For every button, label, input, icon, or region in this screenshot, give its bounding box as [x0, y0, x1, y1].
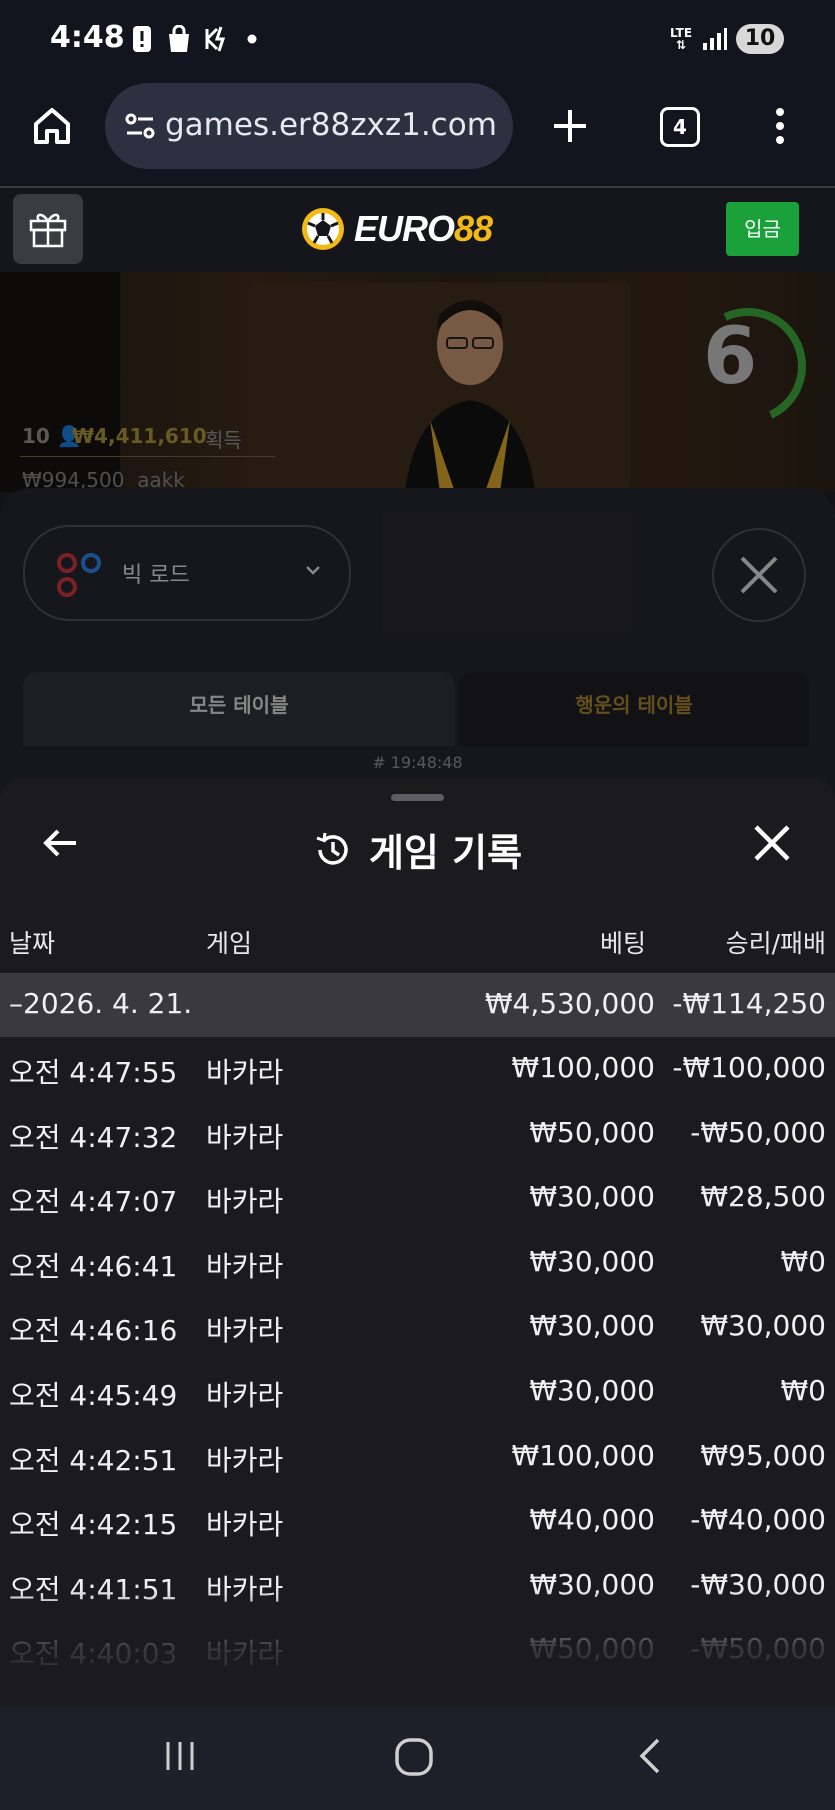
- row-result: ₩0: [780, 1374, 827, 1407]
- home-icon[interactable]: [30, 104, 74, 148]
- dot-icon: [246, 24, 258, 54]
- row-time: 오전 4:42:15: [9, 1508, 178, 1542]
- history-row[interactable]: 오전 4:45:49 바카라 ₩30,000 ₩0: [0, 1360, 835, 1424]
- status-bar: 4:48 LTE ⇅ 10: [0, 0, 835, 78]
- row-bet: ₩50,000: [529, 1115, 655, 1149]
- row-time: 오전 4:47:07: [9, 1185, 178, 1219]
- brand-primary: EURO: [354, 208, 455, 249]
- row-bet: ₩30,000: [529, 1309, 655, 1343]
- date-group-result: -₩114,250: [672, 987, 826, 1020]
- date-group-row[interactable]: –2026. 4. 21. ₩4,530,000 -₩114,250: [0, 973, 835, 1037]
- alert-icon: [130, 24, 154, 54]
- history-row[interactable]: 오전 4:46:16 바카라 ₩30,000 ₩30,000: [0, 1295, 835, 1359]
- row-result: -₩100,000: [672, 1051, 826, 1084]
- row-game: 바카라: [206, 1185, 284, 1219]
- row-time: 오전 4:45:49: [9, 1379, 178, 1412]
- row-game: 바카라: [206, 1120, 284, 1154]
- gift-button[interactable]: [13, 194, 83, 264]
- scroll-fade: [0, 1588, 835, 1706]
- row-result: ₩28,500: [700, 1180, 826, 1214]
- history-title-text: 게임 기록: [368, 831, 523, 875]
- system-nav-bar: [0, 1706, 835, 1810]
- row-bet: ₩30,000: [529, 1180, 655, 1214]
- drag-handle[interactable]: [391, 794, 444, 801]
- row-time: 오전 4:46:16: [9, 1314, 178, 1348]
- row-time: 오전 4:42:51: [9, 1443, 178, 1477]
- history-row[interactable]: 오전 4:42:15 바카라 ₩40,000 -₩40,000: [0, 1489, 835, 1553]
- history-title: 게임 기록: [0, 822, 835, 877]
- home-button-icon[interactable]: [393, 1736, 437, 1780]
- signal-icon: [700, 24, 730, 54]
- row-bet: ₩30,000: [529, 1374, 655, 1407]
- column-date: 날짜: [9, 929, 56, 958]
- row-game: 바카라: [206, 1314, 284, 1348]
- close-icon[interactable]: [752, 823, 792, 863]
- url-text[interactable]: games.er88zxz1.com: [165, 107, 505, 143]
- row-game: 바카라: [206, 1056, 284, 1089]
- row-bet: ₩100,000: [511, 1051, 655, 1084]
- soccer-ball-icon: [302, 208, 344, 250]
- gift-icon: [29, 213, 67, 248]
- history-icon: [316, 832, 348, 865]
- column-game: 게임: [206, 929, 253, 958]
- row-result: -₩40,000: [690, 1503, 826, 1537]
- row-time: 오전 4:46:41: [9, 1249, 178, 1283]
- shopping-bag-icon: [164, 24, 194, 54]
- address-bar[interactable]: games.er88zxz1.com: [105, 83, 513, 169]
- battery-indicator: 10: [736, 24, 784, 54]
- row-bet: ₩100,000: [511, 1438, 655, 1472]
- history-row[interactable]: 오전 4:47:07 바카라 ₩30,000 ₩28,500: [0, 1166, 835, 1230]
- new-tab-icon[interactable]: [550, 106, 590, 146]
- row-result: ₩95,000: [700, 1438, 826, 1472]
- back-icon[interactable]: [632, 1736, 672, 1776]
- game-history-sheet: 게임 기록 날짜 게임 베팅 승리/패배 –2026. 4. 21. ₩4,53…: [0, 778, 835, 1706]
- recent-apps-icon[interactable]: [160, 1736, 200, 1776]
- browser-toolbar: games.er88zxz1.com 4: [0, 78, 835, 188]
- history-row[interactable]: 오전 4:47:55 바카라 ₩100,000 -₩100,000: [0, 1037, 835, 1101]
- site-header: EURO88 입금: [0, 188, 835, 272]
- row-result: -₩50,000: [690, 1115, 826, 1149]
- more-menu-icon[interactable]: [768, 104, 792, 148]
- date-group-bet: ₩4,530,000: [484, 987, 655, 1020]
- row-game: 바카라: [206, 1508, 284, 1542]
- status-time: 4:48: [50, 20, 125, 55]
- row-game: 바카라: [206, 1443, 284, 1477]
- no-call-icon: [202, 24, 232, 54]
- column-result: 승리/패배: [725, 929, 826, 958]
- row-result: ₩0: [780, 1244, 827, 1278]
- deposit-button[interactable]: 입금: [726, 202, 799, 256]
- site-settings-icon[interactable]: [123, 109, 157, 143]
- history-row[interactable]: 오전 4:46:41 바카라 ₩30,000 ₩0: [0, 1231, 835, 1295]
- row-result: ₩30,000: [700, 1309, 826, 1343]
- row-time: 오전 4:47:55: [9, 1056, 178, 1089]
- lte-icon: LTE ⇅: [669, 26, 693, 52]
- tab-switcher-icon[interactable]: 4: [660, 107, 700, 147]
- row-game: 바카라: [206, 1379, 284, 1412]
- row-bet: ₩40,000: [529, 1503, 655, 1537]
- column-bet: 베팅: [599, 929, 646, 958]
- row-time: 오전 4:47:32: [9, 1120, 178, 1154]
- history-row[interactable]: 오전 4:47:32 바카라 ₩50,000 -₩50,000: [0, 1102, 835, 1166]
- row-game: 바카라: [206, 1249, 284, 1283]
- site-logo[interactable]: EURO88: [300, 202, 530, 256]
- brand-accent: 88: [454, 208, 493, 249]
- row-bet: ₩30,000: [529, 1244, 655, 1278]
- date-group-date: –2026. 4. 21.: [9, 987, 193, 1020]
- history-row[interactable]: 오전 4:42:51 바카라 ₩100,000 ₩95,000: [0, 1425, 835, 1489]
